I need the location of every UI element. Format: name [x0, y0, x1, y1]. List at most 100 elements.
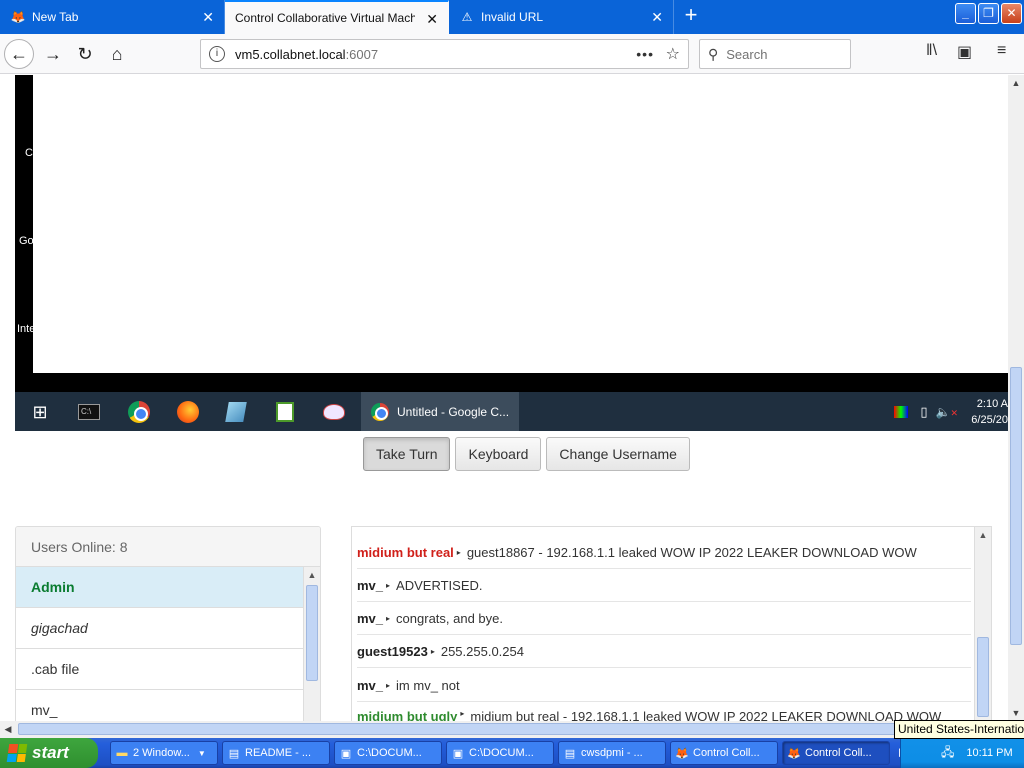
- menu-hamburger-icon[interactable]: ≡: [997, 42, 1006, 60]
- user-list-item[interactable]: .cab file: [16, 649, 304, 690]
- start-label: start: [32, 743, 69, 762]
- tab-invalid-url[interactable]: ⚠ Invalid URL ✕: [449, 0, 674, 34]
- users-scrollbar[interactable]: ▲: [303, 567, 320, 721]
- chat-scrollbar[interactable]: ▲: [974, 527, 991, 721]
- site-info-icon[interactable]: i: [209, 46, 225, 62]
- window-close-icon[interactable]: ✕: [1001, 3, 1022, 24]
- close-tab-icon[interactable]: ✕: [426, 11, 438, 27]
- network-icon[interactable]: 🖧: [941, 743, 954, 764]
- taskbar-button-active[interactable]: 🦊 Control Coll...: [782, 741, 890, 765]
- taskbar-button[interactable]: ▤ README - ...: [222, 741, 330, 765]
- page-content: C Go Inte ⊞ C:\ Untitled - Google C... ▯…: [0, 75, 1008, 721]
- scroll-up-icon[interactable]: ▲: [975, 527, 991, 544]
- users-online-panel: Users Online: 8 Admin gigachad .cab file…: [15, 526, 321, 721]
- color-palette-icon[interactable]: [894, 405, 909, 418]
- scroll-thumb[interactable]: [306, 585, 318, 681]
- xp-taskbar: start ▬ 2 Window... ▼ ▤ README - ... ▣ C…: [0, 738, 1024, 768]
- tab-label: Invalid URL: [481, 10, 544, 24]
- caret-icon: ▸: [386, 613, 391, 623]
- navigation-toolbar: ← → ↻ ⌂ i vm5.collabnet.local:6007 ••• ☆…: [0, 34, 1024, 74]
- user-list-item[interactable]: mv_: [16, 690, 304, 721]
- back-arrow-icon[interactable]: ←: [4, 39, 34, 69]
- scroll-thumb[interactable]: [977, 637, 989, 717]
- taskbar-button-label: README - ...: [245, 747, 312, 759]
- chat-panel: midium but real ▸ guest18867 - 192.168.1…: [351, 526, 992, 721]
- scroll-up-icon[interactable]: ▲: [304, 567, 320, 584]
- restore-icon[interactable]: ❐: [978, 3, 999, 24]
- taskbar-button[interactable]: ▤ cwsdpmi - ...: [558, 741, 666, 765]
- vm-screen[interactable]: C Go Inte ⊞ C:\ Untitled - Google C... ▯…: [15, 75, 1008, 431]
- chat-username[interactable]: mv_: [357, 611, 383, 626]
- chat-text: midium but real - 192.168.1.1 leaked WOW…: [470, 709, 942, 721]
- take-turn-button[interactable]: Take Turn: [363, 437, 451, 471]
- vm-clock-date: 6/25/20: [971, 413, 1008, 426]
- forward-arrow-icon[interactable]: →: [38, 39, 68, 69]
- start-button[interactable]: start: [0, 738, 98, 768]
- chat-message: midium but ugly ▸ midium but real - 192.…: [357, 703, 971, 721]
- change-username-button[interactable]: Change Username: [546, 437, 690, 471]
- chat-username[interactable]: mv_: [357, 678, 383, 693]
- tab-new-tab[interactable]: 🦊 New Tab ✕: [0, 0, 225, 34]
- vm-taskbar-active-window[interactable]: Untitled - Google C...: [361, 392, 519, 431]
- speaker-muted-icon[interactable]: 🔈✕: [936, 405, 959, 419]
- scroll-thumb[interactable]: [1010, 367, 1022, 645]
- new-tab-plus-icon[interactable]: +: [680, 4, 702, 28]
- taskbar-button[interactable]: ▣ C:\DOCUM...: [446, 741, 554, 765]
- bookmark-star-icon[interactable]: ☆: [666, 44, 680, 64]
- scroll-up-icon[interactable]: ▲: [1008, 75, 1024, 91]
- chat-text: ADVERTISED.: [396, 577, 483, 593]
- vm-window-area[interactable]: [33, 75, 1008, 373]
- minimize-icon[interactable]: _: [955, 3, 976, 24]
- usb-device-icon[interactable]: ▯: [920, 404, 927, 420]
- chat-message: guest19523 ▸ 255.255.0.254: [357, 635, 971, 668]
- scroll-thumb[interactable]: [18, 723, 1003, 735]
- chat-username[interactable]: midium but ugly: [357, 709, 457, 721]
- page-horizontal-scrollbar[interactable]: ◀ ▶: [0, 721, 1024, 738]
- close-tab-icon[interactable]: ✕: [651, 9, 663, 25]
- group-chevron-icon: ▼: [197, 748, 206, 758]
- chrome-icon[interactable]: [128, 401, 150, 423]
- keyboard-button[interactable]: Keyboard: [455, 437, 542, 471]
- firefox-icon: 🦊: [787, 747, 801, 760]
- reload-icon[interactable]: ↻: [70, 39, 100, 69]
- taskbar-button[interactable]: ▬ 2 Window... ▼: [110, 741, 218, 765]
- close-tab-icon[interactable]: ✕: [202, 9, 214, 25]
- chat-text: im mv_ not: [396, 677, 460, 693]
- caret-icon: ▸: [460, 709, 465, 718]
- scroll-down-icon[interactable]: ▼: [1008, 705, 1024, 721]
- tab-control-collaborative[interactable]: Control Collaborative Virtual Machines! …: [225, 0, 449, 34]
- search-input[interactable]: ⚲ Search: [699, 39, 851, 69]
- chat-message: mv_ ▸ im mv_ not: [357, 669, 971, 702]
- taskbar-button[interactable]: ▣ C:\DOCUM...: [334, 741, 442, 765]
- taskbar-button-label: C:\DOCUM...: [357, 747, 422, 759]
- home-icon[interactable]: ⌂: [102, 39, 132, 69]
- command-prompt-icon: ▣: [340, 747, 352, 760]
- chat-username[interactable]: midium but real: [357, 545, 454, 560]
- library-icon[interactable]: ‖\: [926, 42, 937, 60]
- notepad-icon: ▤: [564, 747, 576, 760]
- sidebar-icon[interactable]: ▣: [957, 42, 972, 62]
- firefox-icon[interactable]: [177, 401, 199, 423]
- windows-start-icon[interactable]: ⊞: [29, 401, 51, 423]
- chat-text: 255.255.0.254: [440, 643, 524, 659]
- page-actions-icon[interactable]: •••: [636, 46, 654, 62]
- notepad-icon: ▤: [228, 747, 240, 760]
- notebook-icon[interactable]: [225, 401, 247, 423]
- page-vertical-scrollbar[interactable]: ▲ ▼: [1008, 75, 1024, 721]
- taskbar-button[interactable]: 🦊 Control Coll...: [670, 741, 778, 765]
- spreadsheet-app-icon[interactable]: [274, 401, 296, 423]
- paint-icon[interactable]: [323, 401, 345, 423]
- vm-desktop-label: Go: [19, 235, 34, 247]
- terminal-icon[interactable]: C:\: [78, 401, 100, 423]
- chat-username[interactable]: mv_: [357, 578, 383, 593]
- vm-clock[interactable]: 2:10 A 6/25/20: [968, 396, 1008, 428]
- chat-username[interactable]: guest19523: [357, 644, 428, 659]
- url-bar[interactable]: i vm5.collabnet.local:6007 ••• ☆: [200, 39, 689, 69]
- chat-message: mv_ ▸ ADVERTISED.: [357, 569, 971, 602]
- scroll-left-icon[interactable]: ◀: [0, 721, 16, 738]
- xp-clock[interactable]: 10:11 PM: [966, 747, 1012, 759]
- tab-label: New Tab: [32, 10, 79, 24]
- user-list-item[interactable]: Admin: [16, 567, 304, 608]
- user-list-item[interactable]: gigachad: [16, 608, 304, 649]
- warning-icon: ⚠: [461, 10, 473, 24]
